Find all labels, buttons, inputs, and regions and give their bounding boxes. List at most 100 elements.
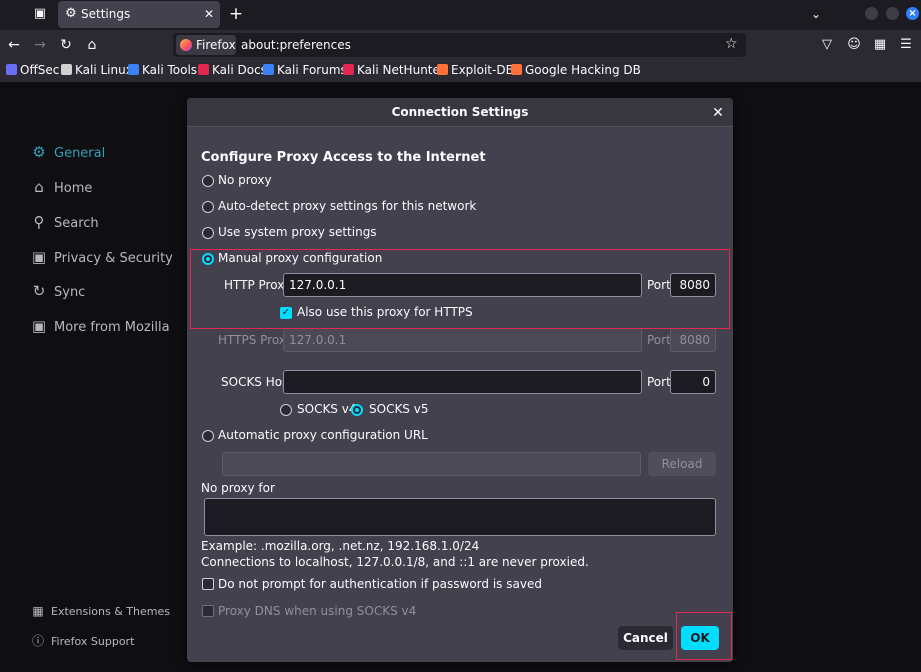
sidebar-link-extensions-themes[interactable]: ▦ Extensions & Themes (30, 604, 170, 618)
firefox-view-icon[interactable]: ▣ (30, 5, 50, 23)
close-icon[interactable]: ✕ (709, 104, 727, 122)
socks-v5-radio[interactable] (351, 404, 363, 416)
kali-forums-icon (263, 64, 274, 75)
exploit-db-icon (437, 64, 448, 75)
http-proxy-input[interactable]: 127.0.0.1 (283, 273, 642, 297)
minimize-window-button[interactable] (865, 7, 878, 20)
socks-port-input[interactable]: 0 (670, 370, 716, 394)
lock-icon: ▣ (31, 248, 47, 266)
bookmark-kali-nethunter[interactable]: Kali NetHunter (343, 63, 445, 79)
search-icon: ⚲ (33, 213, 45, 231)
reload-button[interactable]: Reload (648, 452, 716, 476)
reload-icon[interactable]: ↻ (57, 36, 75, 54)
nav-bar: ← → ↻ ⌂ Firefox about:preferences ☆ ▽ ☺ … (0, 30, 921, 60)
gear-icon: ⚙ (32, 143, 46, 161)
kali-docs-icon (198, 64, 209, 75)
also-https-checkbox[interactable]: ✓ (280, 307, 292, 319)
socks-host-input[interactable] (283, 370, 642, 394)
offsec-icon (6, 64, 17, 75)
identity-label: Firefox (196, 38, 236, 52)
ghdb-icon (511, 64, 522, 75)
auto-detect-label[interactable]: Auto-detect proxy settings for this netw… (218, 199, 476, 213)
dialog-title: Connection Settings (391, 105, 529, 119)
manual-proxy-radio[interactable] (202, 253, 214, 265)
menu-icon[interactable]: ☰ (897, 36, 915, 54)
https-proxy-input[interactable]: 127.0.0.1 (283, 328, 642, 352)
bookmark-kali-linux[interactable]: Kali Linux (61, 63, 133, 79)
puzzle-icon: ▦ (32, 604, 44, 618)
bookmark-kali-forums[interactable]: Kali Forums (263, 63, 347, 79)
bookmark-offsec[interactable]: OffSec (6, 63, 59, 79)
also-https-label[interactable]: Also use this proxy for HTTPS (297, 305, 473, 319)
sidebar-link-firefox-support[interactable]: ⓘ Firefox Support (30, 632, 134, 649)
no-auth-prompt-label[interactable]: Do not prompt for authentication if pass… (218, 577, 542, 591)
socks-v4-radio[interactable] (280, 404, 292, 416)
auto-detect-radio[interactable] (202, 201, 214, 213)
sidebar-item-privacy[interactable]: ▣ Privacy & Security (30, 248, 173, 268)
http-port-input[interactable]: 8080 (670, 273, 716, 297)
socks-v4-label[interactable]: SOCKS v4 (297, 402, 356, 416)
auto-url-radio[interactable] (202, 430, 214, 442)
ok-button[interactable]: OK (681, 626, 719, 650)
https-proxy-label: HTTPS Proxy (218, 333, 294, 347)
bookmark-kali-docs[interactable]: Kali Docs (198, 63, 267, 79)
auto-url-input[interactable] (222, 452, 641, 476)
sync-icon: ↻ (32, 282, 46, 300)
socks-port-label: Port (647, 375, 671, 389)
sidebar-item-sync[interactable]: ↻ Sync (30, 282, 86, 302)
https-port-input[interactable]: 8080 (670, 328, 716, 352)
pocket-icon[interactable]: ▽ (818, 36, 836, 54)
no-proxy-label[interactable]: No proxy (218, 173, 272, 187)
home-icon[interactable]: ⌂ (83, 36, 101, 54)
back-arrow-icon[interactable]: ← (5, 36, 23, 54)
proxy-dns-label[interactable]: Proxy DNS when using SOCKS v4 (218, 604, 416, 618)
maximize-window-button[interactable] (886, 7, 899, 20)
bookmark-google-hacking-db[interactable]: Google Hacking DB (511, 63, 641, 79)
auto-url-label[interactable]: Automatic proxy configuration URL (218, 428, 428, 442)
section-title: Configure Proxy Access to the Internet (201, 150, 486, 165)
sidebar-item-more-from-mozilla[interactable]: ▣ More from Mozilla (30, 317, 170, 337)
sidebar-item-search[interactable]: ⚲ Search (30, 213, 99, 233)
proxy-dns-checkbox[interactable] (202, 605, 214, 617)
tab-strip: ▣ ⚙ Settings ✕ + ⌄ × (0, 0, 921, 30)
help-icon: ⓘ (31, 634, 44, 648)
system-proxy-label[interactable]: Use system proxy settings (218, 225, 377, 239)
no-auth-prompt-checkbox[interactable] (202, 578, 214, 590)
url-text[interactable]: about:preferences (241, 38, 351, 52)
url-bar[interactable]: Firefox about:preferences ☆ (173, 33, 746, 57)
identity-box[interactable]: Firefox (176, 35, 236, 55)
mozilla-icon: ▣ (31, 317, 47, 335)
tab-settings[interactable]: ⚙ Settings ✕ (58, 1, 220, 28)
cancel-button[interactable]: Cancel (618, 626, 673, 650)
sidebar-item-general[interactable]: ⚙ General (30, 143, 105, 163)
no-proxy-radio[interactable] (202, 175, 214, 187)
forward-arrow-icon[interactable]: → (31, 36, 49, 54)
dialog-header: Connection Settings ✕ (187, 98, 733, 127)
close-window-button[interactable]: × (906, 7, 919, 20)
home-icon: ⌂ (34, 178, 44, 196)
connection-settings-dialog: Connection Settings ✕ Configure Proxy Ac… (187, 98, 733, 662)
no-proxy-for-textarea[interactable] (204, 498, 716, 536)
star-icon[interactable]: ☆ (725, 36, 738, 52)
gear-icon: ⚙ (65, 6, 77, 21)
socks-v5-label[interactable]: SOCKS v5 (369, 402, 428, 416)
bookmark-kali-tools[interactable]: Kali Tools (128, 63, 197, 79)
kali-dragon-icon (61, 64, 72, 75)
chevron-down-icon[interactable]: ⌄ (808, 4, 824, 24)
system-proxy-radio[interactable] (202, 227, 214, 239)
no-proxy-for-label: No proxy for (201, 481, 275, 495)
extensions-icon[interactable]: ▦ (871, 36, 889, 54)
account-icon[interactable]: ☺ (845, 36, 863, 54)
new-tab-icon[interactable]: + (228, 4, 244, 24)
bookmark-exploit-db[interactable]: Exploit-DB (437, 63, 514, 79)
localhost-note: Connections to localhost, 127.0.0.1/8, a… (201, 555, 589, 569)
http-proxy-label: HTTP Proxy (224, 278, 292, 292)
nethunter-icon (343, 64, 354, 75)
close-tab-icon[interactable]: ✕ (202, 6, 216, 22)
sidebar-item-home[interactable]: ⌂ Home (30, 178, 92, 198)
tab-title: Settings (81, 7, 131, 21)
firefox-logo-icon (180, 39, 192, 51)
kali-tools-icon (128, 64, 139, 75)
bookmarks-bar: OffSec Kali Linux Kali Tools Kali Docs K… (0, 60, 921, 82)
manual-proxy-label[interactable]: Manual proxy configuration (218, 251, 382, 265)
